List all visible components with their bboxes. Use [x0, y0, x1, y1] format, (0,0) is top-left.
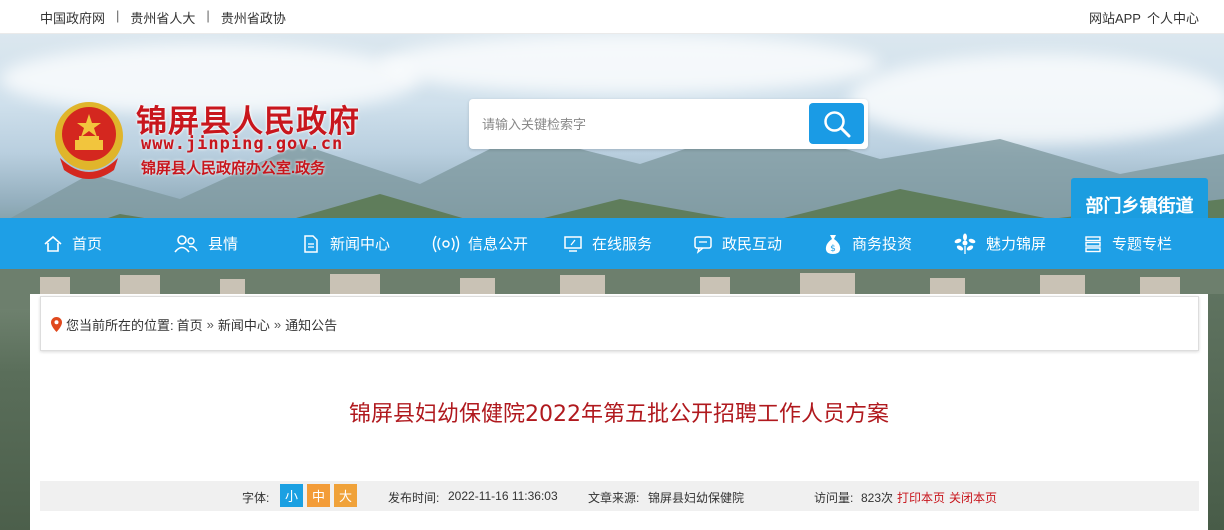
breadcrumb-arrow: » — [273, 317, 282, 332]
flower-icon — [954, 233, 976, 254]
source-label: 文章来源: — [588, 491, 640, 505]
publish-time: 2022-11-16 11:36:03 — [448, 489, 558, 503]
top-right-links: 网站APP 个人中心 — [1089, 8, 1199, 27]
link-gz-cppcc[interactable]: 贵州省政协 — [221, 8, 286, 27]
document-icon — [304, 234, 318, 253]
nav-label: 县情 — [208, 236, 239, 253]
nav-business-investment[interactable]: $ 商务投资 — [822, 218, 912, 269]
print-page-link[interactable]: 打印本页 — [897, 489, 945, 506]
search-box — [469, 99, 868, 149]
nav-label: 新闻中心 — [330, 236, 391, 253]
svg-text:$: $ — [830, 244, 836, 254]
site-subtitle: 锦屏县人民政府办公室.政务 — [141, 160, 326, 177]
nav-online-service[interactable]: 在线服务 — [562, 218, 652, 269]
link-app[interactable]: 网站APP — [1089, 8, 1141, 27]
link-personal-center[interactable]: 个人中心 — [1147, 8, 1199, 27]
nav-news-center[interactable]: 新闻中心 — [300, 218, 390, 269]
nav-interaction[interactable]: 政民互动 — [692, 218, 782, 269]
nav-charm-jinping[interactable]: 魅力锦屏 — [952, 218, 1046, 269]
search-input[interactable] — [482, 113, 802, 135]
breadcrumb-home[interactable]: 首页 — [177, 315, 203, 334]
broadcast-icon — [432, 235, 460, 252]
nav-label: 商务投资 — [852, 236, 913, 253]
breadcrumb: 您当前所在的位置: 首页 » 新闻中心 » 通知公告 — [40, 296, 1199, 351]
nav-label: 首页 — [72, 236, 103, 253]
nav-info-disclosure[interactable]: 信息公开 — [432, 218, 528, 269]
nav-label: 信息公开 — [468, 236, 529, 253]
nav-label: 魅力锦屏 — [986, 236, 1047, 253]
top-bar: 中国政府网 | 贵州省人大 | 贵州省政协 网站APP 个人中心 — [0, 0, 1224, 34]
national-emblem-icon — [55, 102, 123, 179]
font-size-medium-button[interactable]: 中 — [307, 484, 330, 507]
separator: | — [116, 8, 120, 23]
site-domain: www.jinping.gov.cn — [141, 134, 344, 154]
chat-icon — [694, 235, 712, 254]
main-nav: 首页 县情 新闻中心 信息公开 在线服务 政民互动 $ 商务投资 魅力锦屏 专题… — [0, 218, 1224, 269]
monitor-icon — [564, 235, 582, 252]
font-size-small-button[interactable]: 小 — [280, 484, 303, 507]
article-title: 锦屏县妇幼保健院2022年第五批公开招聘工作人员方案 — [349, 402, 889, 427]
breadcrumb-notices[interactable]: 通知公告 — [285, 315, 337, 334]
publish-time-label: 发布时间: — [388, 491, 440, 505]
stack-icon — [1085, 235, 1101, 252]
link-gz-npc[interactable]: 贵州省人大 — [130, 8, 195, 27]
breadcrumb-prefix: 您当前所在的位置: — [66, 318, 174, 333]
nav-label: 政民互动 — [722, 236, 783, 253]
visits-label: 访问量: — [814, 491, 854, 505]
nav-label: 在线服务 — [592, 236, 653, 253]
visit-count: 823次 — [861, 491, 894, 505]
people-icon — [174, 234, 198, 253]
search-button[interactable] — [809, 103, 864, 144]
search-icon — [823, 110, 850, 137]
cloud — [380, 34, 880, 94]
breadcrumb-arrow: » — [206, 317, 214, 332]
separator: | — [206, 8, 210, 23]
right-edge-background — [1208, 294, 1224, 530]
money-bag-icon: $ — [825, 234, 841, 254]
nav-label: 专题专栏 — [1112, 236, 1173, 253]
top-links: 中国政府网 | 贵州省人大 | 贵州省政协 — [40, 8, 286, 27]
home-icon — [44, 235, 62, 252]
nav-county-info[interactable]: 县情 — [172, 218, 238, 269]
article-meta: 字体: 小 中 大 发布时间: 2022-11-16 11:36:03 文章来源… — [40, 481, 1199, 511]
nav-special-topics[interactable]: 专题专栏 — [1082, 218, 1172, 269]
nav-home[interactable]: 首页 — [42, 218, 102, 269]
link-gov-cn[interactable]: 中国政府网 — [40, 8, 105, 27]
breadcrumb-news-center[interactable]: 新闻中心 — [218, 315, 270, 334]
article-source: 锦屏县妇幼保健院 — [648, 491, 745, 505]
location-pin-icon — [51, 317, 62, 332]
font-size-label: 字体: — [242, 491, 270, 505]
font-size-large-button[interactable]: 大 — [334, 484, 357, 507]
close-page-link[interactable]: 关闭本页 — [949, 489, 997, 506]
